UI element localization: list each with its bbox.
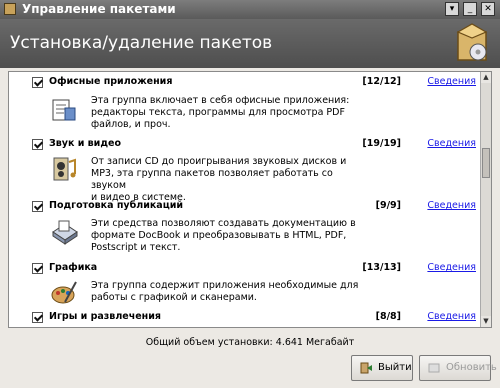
scroll-down-arrow-icon[interactable]: ▼ (481, 316, 491, 327)
details-link-games[interactable]: Сведения (427, 311, 476, 322)
details-link-publishing[interactable]: Сведения (427, 200, 476, 211)
publishing-checkbox[interactable] (32, 201, 43, 212)
games-checkbox[interactable] (32, 312, 43, 323)
window-title: Управление пакетами (22, 2, 176, 16)
exit-door-icon (360, 362, 372, 374)
update-button[interactable]: Обновить (419, 355, 497, 381)
refresh-icon (428, 363, 440, 373)
package-group-list[interactable]: Офисные приложения [12/12] Сведения Эта … (8, 71, 492, 328)
publishing-icon (52, 220, 78, 245)
games-icon (49, 326, 79, 328)
group-count: [8/8] (375, 311, 401, 322)
details-link-graphics[interactable]: Сведения (427, 262, 476, 273)
sound-video-icon (53, 157, 76, 181)
group-name: Подготовка публикаций (49, 200, 184, 211)
window-titlebar: Управление пакетами ▾ _ ✕ (0, 0, 500, 19)
group-description: Эта группа включает в себя офисные прило… (91, 95, 350, 130)
group-description: Эти средства позволяют создавать докумен… (91, 218, 356, 253)
group-count: [13/13] (362, 262, 401, 273)
package-window-icon (4, 3, 16, 15)
group-description: От записи CD до проигрывания звуковых ди… (91, 156, 347, 203)
graphics-icon (51, 281, 77, 304)
group-description: Эта группа содержит приложения необходим… (91, 280, 359, 303)
list-scrollbar[interactable]: ▲ ▼ (480, 72, 491, 327)
details-link-sound-video[interactable]: Сведения (427, 138, 476, 149)
page-title: Установка/удаление пакетов (10, 33, 273, 53)
details-link-office[interactable]: Сведения (427, 76, 476, 87)
group-name: Графика (49, 262, 98, 273)
graphics-checkbox[interactable] (32, 263, 43, 274)
office-icon (52, 99, 76, 121)
close-button[interactable]: ✕ (481, 2, 495, 16)
header-banner: Установка/удаление пакетов (0, 19, 500, 68)
quit-button[interactable]: Выйти (351, 355, 413, 381)
sound-video-checkbox[interactable] (32, 139, 43, 150)
group-name: Игры и развлечения (49, 311, 162, 322)
scrollbar-thumb[interactable] (482, 148, 490, 178)
office-checkbox[interactable] (32, 77, 43, 88)
group-count: [12/12] (362, 76, 401, 87)
minimize-button[interactable]: _ (463, 2, 477, 16)
scroll-up-arrow-icon[interactable]: ▲ (481, 72, 491, 83)
group-count: [9/9] (375, 200, 401, 211)
package-manager-icon (456, 23, 488, 61)
group-name: Офисные приложения (49, 76, 173, 87)
install-size-total: Общий объем установки: 4.641 Мегабайт (145, 337, 355, 348)
group-name: Звук и видео (49, 138, 121, 149)
group-count: [19/19] (362, 138, 401, 149)
menu-arrow-icon[interactable]: ▾ (445, 2, 459, 16)
